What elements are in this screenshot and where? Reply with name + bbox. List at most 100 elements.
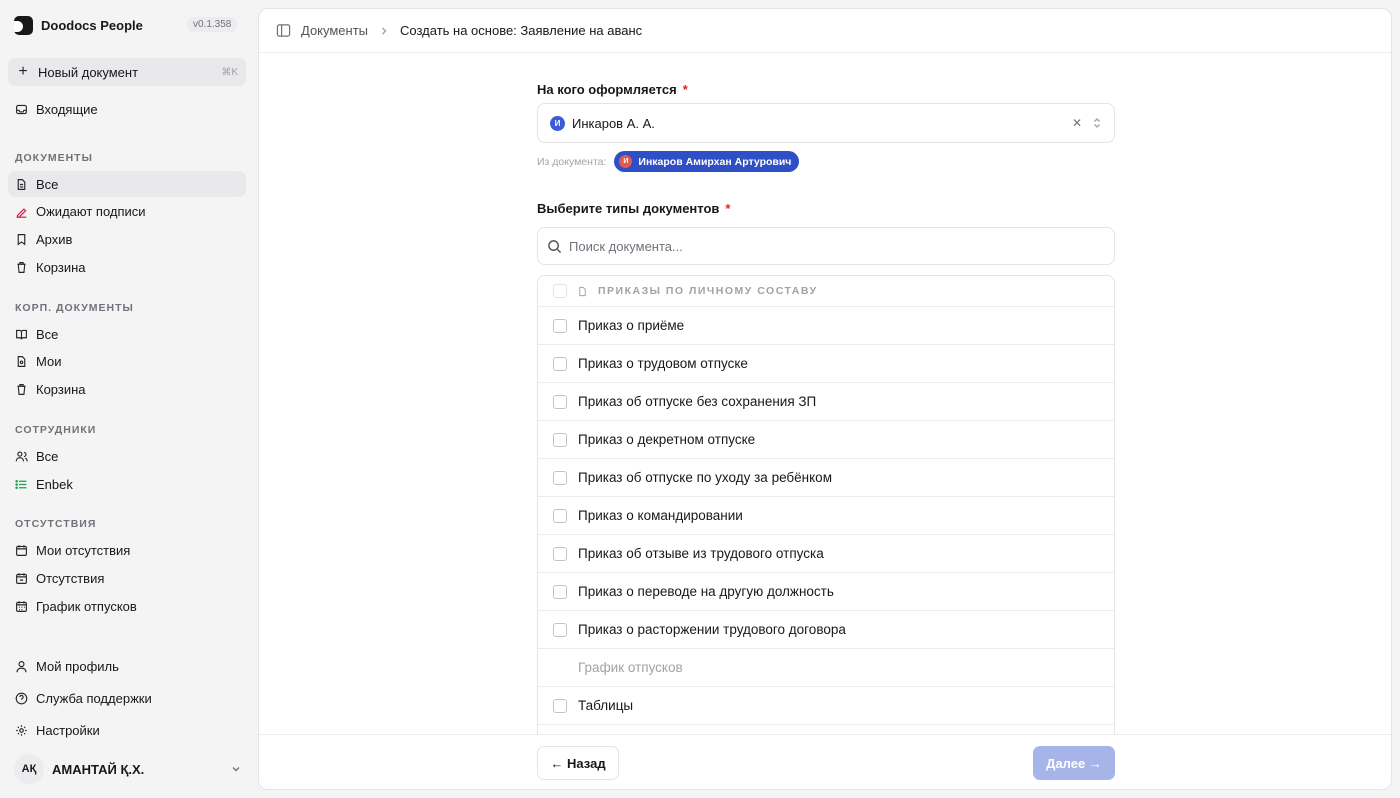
checkbox[interactable] [553, 356, 567, 371]
checkbox[interactable] [553, 432, 567, 447]
sidebar-item-label: Мои отсутствия [36, 542, 131, 558]
file-icon [17, 178, 26, 190]
section-absences: ОТСУТСТВИЯ [15, 518, 97, 530]
doc-type-label: График отпусков [578, 660, 683, 675]
new-document-label: Новый документ [38, 64, 139, 80]
sidebar-item-absences[interactable]: Отсутствия [8, 565, 246, 591]
checkbox[interactable] [553, 622, 567, 637]
section-employees: СОТРУДНИКИ [15, 424, 97, 436]
sidebar-item-trash[interactable]: Корзина [8, 254, 246, 280]
doc-type-label: Приказ о приёме [578, 318, 685, 333]
sidebar-item-label: Ожидают подписи [36, 203, 146, 219]
clear-icon[interactable]: ✕ [1072, 116, 1082, 130]
doc-type-row[interactable]: Приказ об отпуске по уходу за ребёнком [538, 459, 1114, 497]
person-value: Инкаров А. А. [572, 115, 655, 131]
sidebar-item-awaiting-signature[interactable]: Ожидают подписи [8, 198, 246, 224]
sidebar-item-my-absences[interactable]: Мои отсутствия [8, 537, 246, 563]
app-logo-icon [14, 16, 33, 35]
new-document-button[interactable]: + Новый документ ⌘K [8, 58, 246, 86]
sidebar-item-label: Все [36, 326, 59, 342]
required-mark: * [682, 82, 688, 97]
brand[interactable]: Doodocs People [14, 16, 143, 35]
checkbox [553, 660, 567, 675]
doc-type-row[interactable]: Приказ о расторжении трудового договора [538, 611, 1114, 649]
sidebar-item-corp-trash[interactable]: Корзина [8, 376, 246, 402]
search-icon [548, 239, 562, 253]
doc-type-row[interactable]: Приказ о приёме [538, 307, 1114, 345]
group-header: ПРИКАЗЫ ПО ЛИЧНОМУ СОСТАВУ [538, 276, 1114, 307]
sidebar-item-label: Все [36, 176, 59, 192]
sidebar-item-corp-mine[interactable]: Мои [8, 348, 246, 374]
doc-type-label: Приказ об отпуске по уходу за ребёнком [578, 470, 832, 485]
sidebar-toggle-icon[interactable] [276, 23, 291, 38]
calendar-days-icon [16, 600, 27, 612]
checkbox[interactable] [553, 318, 567, 333]
doc-type-row[interactable]: Приказ о декретном отпуске [538, 421, 1114, 459]
types-label-text: Выберите типы документов [537, 201, 720, 216]
required-mark: * [725, 201, 731, 216]
back-button[interactable]: ← Назад [537, 746, 619, 780]
sidebar-item-documents-all[interactable]: Все [8, 171, 246, 197]
doc-type-row[interactable]: Приказ о переводе на другую должность [538, 573, 1114, 611]
sidebar-item-employees-all[interactable]: Все [8, 443, 246, 469]
shortcut-hint: ⌘K [221, 66, 238, 78]
file-icon [579, 286, 586, 296]
help-circle-icon [15, 692, 28, 704]
chip-label: Инкаров Амирхан Артурович [638, 155, 792, 168]
app-name: Doodocs People [41, 18, 143, 33]
search-input[interactable] [569, 238, 1069, 254]
sidebar-item-settings[interactable]: Настройки [8, 717, 246, 743]
sidebar-item-profile[interactable]: Мой профиль [8, 653, 246, 679]
breadcrumb-documents[interactable]: Документы [301, 23, 368, 38]
sidebar-item-label: График отпусков [36, 598, 137, 614]
checkbox[interactable] [553, 698, 567, 713]
doc-type-row[interactable]: Приказ об отпуске без сохранения ЗП [538, 383, 1114, 421]
chevron-down-icon [232, 767, 240, 772]
section-documents: ДОКУМЕНТЫ [15, 152, 93, 164]
sidebar-item-label: Корзина [36, 381, 86, 397]
avatar: АҚ [14, 754, 44, 784]
doc-type-label: Приказ о командировании [578, 508, 743, 523]
doc-type-row[interactable]: Приказ об отзыве из трудового отпуска [538, 535, 1114, 573]
trash-icon [17, 383, 26, 395]
next-button[interactable]: Далее → [1033, 746, 1115, 780]
checkbox[interactable] [553, 470, 567, 485]
doc-type-row[interactable]: Приказ о командировании [538, 497, 1114, 535]
doc-type-label: Приказ об отзыве из трудового отпуска [578, 546, 824, 561]
breadcrumb-current: Создать на основе: Заявление на аванс [400, 23, 643, 38]
sidebar-item-label: Enbek [36, 476, 73, 492]
from-document-chip[interactable]: И Инкаров Амирхан Артурович [614, 151, 800, 172]
sidebar-item-label: Корзина [36, 259, 86, 275]
sidebar-item-archive[interactable]: Архив [8, 226, 246, 252]
group-checkbox[interactable] [553, 284, 567, 298]
group-title: ПРИКАЗЫ ПО ЛИЧНОМУ СОСТАВУ [598, 285, 818, 297]
chevrons-up-down-icon[interactable] [1092, 117, 1102, 129]
breadcrumb: Документы Создать на основе: Заявление н… [259, 9, 1391, 53]
checkbox[interactable] [553, 508, 567, 523]
person-label: На кого оформляется * [537, 82, 688, 97]
from-document-label: Из документа: [537, 155, 607, 168]
sidebar-item-inbox[interactable]: Входящие [8, 96, 246, 122]
search-input-wrapper [537, 227, 1115, 265]
sidebar-item-enbek[interactable]: Enbek [8, 471, 246, 497]
doc-type-row[interactable]: Таблицы [538, 687, 1114, 725]
sidebar: Doodocs People v0.1.358 + Новый документ… [0, 0, 258, 798]
bookmark-icon [17, 233, 26, 246]
checkbox[interactable] [553, 584, 567, 599]
doc-type-label: Приказ о декретном отпуске [578, 432, 756, 447]
user-menu[interactable]: АҚ АМАНТАЙ Қ.Х. [14, 753, 246, 785]
person-select[interactable]: И Инкаров А. А. ✕ [537, 103, 1115, 143]
sidebar-item-support[interactable]: Служба поддержки [8, 685, 246, 711]
chevron-right-icon [382, 27, 387, 34]
checkbox[interactable] [553, 394, 567, 409]
book-open-icon [16, 329, 27, 339]
sidebar-item-vacation-schedule[interactable]: График отпусков [8, 593, 246, 619]
sidebar-item-label: Настройки [36, 722, 100, 738]
checkbox[interactable] [553, 546, 567, 561]
sidebar-item-corp-all[interactable]: Все [8, 321, 246, 347]
sidebar-item-label: Архив [36, 231, 73, 247]
doc-type-row[interactable]: Приказ о трудовом отпуске [538, 345, 1114, 383]
plus-icon: + [18, 63, 28, 80]
version-badge: v0.1.358 [187, 17, 238, 32]
types-label: Выберите типы документов * [537, 201, 730, 216]
